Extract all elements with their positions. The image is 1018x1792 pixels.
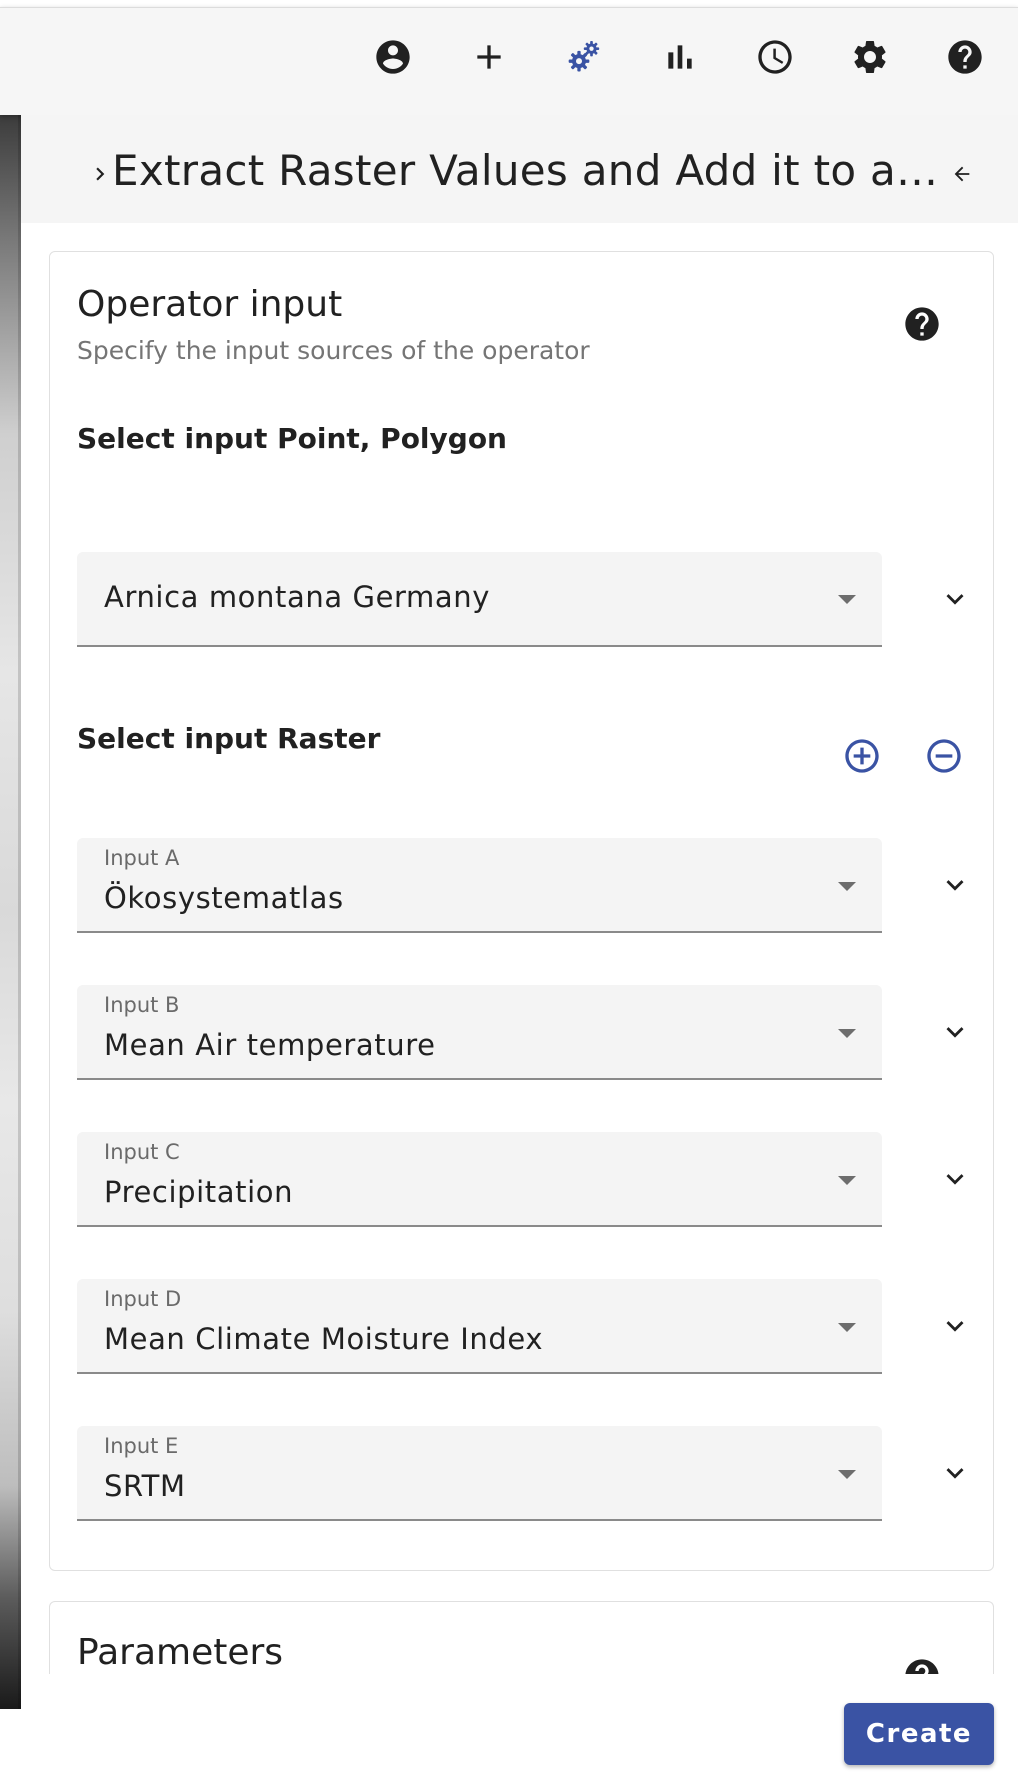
- chevron-down-icon: [946, 594, 964, 605]
- account-button[interactable]: [369, 33, 417, 81]
- parameters-title: Parameters: [77, 1632, 284, 1673]
- field-label: Input E: [104, 1434, 179, 1458]
- select-value: Arnica montana Germany: [104, 580, 490, 614]
- settings-button[interactable]: [846, 33, 894, 81]
- vector-input-select[interactable]: Arnica montana Germany: [77, 552, 882, 647]
- expand-raster-a-button[interactable]: [934, 864, 976, 906]
- expand-raster-c-button[interactable]: [934, 1158, 976, 1200]
- remove-circle-icon[interactable]: [924, 736, 964, 776]
- dropdown-arrow-icon: [838, 882, 856, 891]
- operator-input-card: Operator input Specify the input sources…: [49, 251, 994, 1571]
- panel-title: Extract Raster Values and Add it to a Ve…: [112, 146, 942, 195]
- expand-vector-details-button[interactable]: [934, 578, 976, 620]
- chevron-down-icon: [946, 880, 964, 891]
- card-title: Operator input: [77, 284, 343, 325]
- top-toolbar: [0, 7, 1018, 115]
- dropdown-arrow-icon: [838, 595, 856, 604]
- field-label: Input B: [104, 993, 180, 1017]
- operator-panel: Extract Raster Values and Add it to a Ve…: [21, 115, 1018, 1792]
- field-label: Input A: [104, 846, 180, 870]
- account-circle-icon: [376, 40, 410, 74]
- dropdown-arrow-icon: [838, 1029, 856, 1038]
- chevron-down-icon: [946, 1027, 964, 1038]
- card-subtitle: Specify the input sources of the operato…: [77, 336, 590, 365]
- operators-button[interactable]: [560, 33, 608, 81]
- select-value: SRTM: [104, 1469, 186, 1503]
- raster-input-d-select[interactable]: Input D Mean Climate Moisture Index: [77, 1279, 882, 1374]
- create-button[interactable]: Create: [844, 1703, 994, 1765]
- field-label: Input C: [104, 1140, 180, 1164]
- time-button[interactable]: [751, 33, 799, 81]
- raster-input-e-select[interactable]: Input E SRTM: [77, 1426, 882, 1521]
- arrow-back-icon: [954, 166, 970, 182]
- select-value: Mean Air temperature: [104, 1028, 436, 1062]
- workflow-gears-icon: [568, 41, 600, 72]
- bar-chart-icon: [668, 45, 692, 69]
- expand-raster-d-button[interactable]: [934, 1305, 976, 1347]
- raster-input-c-select[interactable]: Input C Precipitation: [77, 1132, 882, 1227]
- dropdown-arrow-icon: [838, 1176, 856, 1185]
- chevron-down-icon: [946, 1468, 964, 1479]
- dropdown-arrow-icon: [838, 1323, 856, 1332]
- dropdown-arrow-icon: [838, 1470, 856, 1479]
- field-label: Input D: [104, 1287, 182, 1311]
- help-icon: [948, 40, 982, 74]
- help-button[interactable]: [941, 33, 989, 81]
- raster-input-b-select[interactable]: Input B Mean Air temperature: [77, 985, 882, 1080]
- expand-raster-e-button[interactable]: [934, 1452, 976, 1494]
- select-value: Precipitation: [104, 1175, 294, 1209]
- app-page: Extract Raster Values and Add it to a Ve…: [0, 0, 1018, 1792]
- back-button[interactable]: [941, 153, 983, 195]
- add-icon: [477, 45, 501, 69]
- settings-icon: [854, 40, 886, 73]
- add-data-button[interactable]: [465, 33, 513, 81]
- plots-button[interactable]: [656, 33, 704, 81]
- vector-section-label: Select input Point, Polygon: [77, 422, 507, 455]
- add-circle-icon[interactable]: [842, 736, 882, 776]
- select-value: Mean Climate Moisture Index: [104, 1322, 544, 1356]
- help-icon[interactable]: [902, 304, 942, 344]
- raster-section-label: Select input Raster: [77, 722, 381, 755]
- chevron-right-icon: [96, 167, 105, 181]
- chevron-down-icon: [946, 1321, 964, 1332]
- select-value: Ökosystematlas: [104, 881, 344, 915]
- clock-icon: [758, 40, 792, 74]
- panel-header: Extract Raster Values and Add it to a Ve…: [21, 115, 1018, 223]
- raster-input-a-select[interactable]: Input A Ökosystematlas: [77, 838, 882, 933]
- chevron-down-icon: [946, 1174, 964, 1185]
- expand-raster-b-button[interactable]: [934, 1011, 976, 1053]
